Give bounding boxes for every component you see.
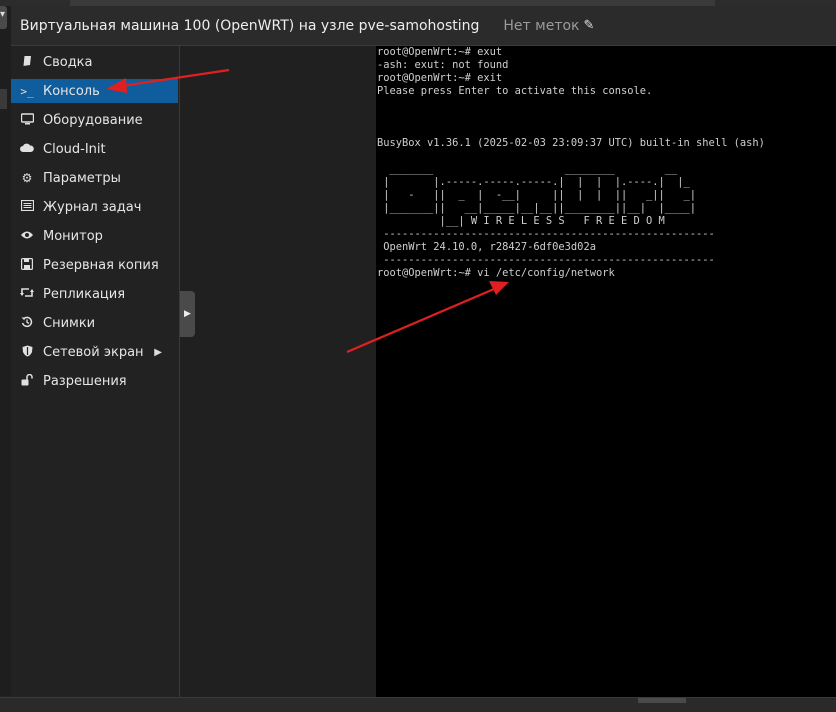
history-icon — [20, 316, 34, 331]
left-gutter: ▾ — [0, 6, 11, 696]
sidebar-item-monitor[interactable]: Монитор — [11, 224, 178, 248]
sidebar-item-replication[interactable]: Репликация — [11, 282, 178, 306]
sidebar-item-label: Сетевой экран — [43, 344, 144, 360]
vm-nav-sidebar: Сводка >_ Консоль Оборудование Cloud-Ini… — [11, 46, 180, 697]
console-line: OpenWrt 24.10.0, r28427-6df0e3d02a — [377, 241, 596, 253]
sidebar-item-label: Резервная копия — [43, 257, 159, 273]
eye-icon — [20, 229, 34, 243]
console-line: | - || _ | -__| || | | || _|| _| — [377, 189, 697, 201]
pencil-icon[interactable]: ✎ — [584, 18, 595, 33]
console-line: ----------------------------------------… — [377, 228, 715, 240]
expand-panel-handle[interactable]: ▶ — [180, 291, 195, 337]
sidebar-item-label: Сводка — [43, 54, 93, 70]
console-line: ----------------------------------------… — [377, 254, 715, 266]
console-line: |__| W I R E L E S S F R E E D O M — [377, 215, 665, 227]
sidebar-item-task-history[interactable]: Журнал задач — [11, 195, 178, 219]
sidebar-item-label: Консоль — [43, 83, 100, 99]
cloud-icon — [20, 142, 34, 156]
sidebar-item-backup[interactable]: Резервная копия — [11, 253, 178, 277]
sidebar-item-firewall[interactable]: Сетевой экран ▶ — [11, 340, 178, 364]
vm-console[interactable]: root@OpenWrt:~# exut -ash: exut: not fou… — [376, 46, 836, 697]
sidebar-item-label: Cloud-Init — [43, 141, 106, 157]
console-line: root@OpenWrt:~# vi /etc/config/network — [377, 267, 615, 279]
console-line: root@OpenWrt:~# exit — [377, 72, 503, 84]
tags-label: Нет меток — [503, 17, 580, 34]
sidebar-item-label: Монитор — [43, 228, 103, 244]
sidebar-item-options[interactable]: ⚙ Параметры — [11, 166, 178, 190]
console-line: -ash: exut: not found — [377, 59, 509, 71]
bottom-status-bar — [0, 697, 836, 712]
gear-icon: ⚙ — [21, 171, 33, 185]
shield-icon — [20, 345, 34, 360]
console-line: |_______|| __|_____|__|__||________||__|… — [377, 202, 697, 214]
sidebar-item-snapshots[interactable]: Снимки — [11, 311, 178, 335]
resource-tree-toggle[interactable]: ▾ — [0, 6, 7, 29]
terminal-icon: >_ — [20, 84, 34, 98]
floppy-icon — [20, 257, 34, 273]
sidebar-item-label: Параметры — [43, 170, 121, 186]
tags-area[interactable]: Нет меток ✎ — [503, 18, 594, 34]
list-icon — [20, 199, 34, 214]
sidebar-item-label: Снимки — [43, 315, 96, 331]
retweet-icon — [20, 287, 34, 301]
sidebar-item-console[interactable]: >_ Консоль — [11, 79, 178, 103]
sidebar-item-permissions[interactable]: Разрешения — [11, 369, 178, 393]
sidebar-item-cloud-init[interactable]: Cloud-Init — [11, 137, 178, 161]
page-title: Виртуальная машина 100 (OpenWRT) на узле… — [20, 17, 480, 34]
console-line: Please press Enter to activate this cons… — [377, 85, 653, 97]
book-icon — [20, 55, 34, 70]
sidebar-item-summary[interactable]: Сводка — [11, 50, 178, 74]
sidebar-item-label: Журнал задач — [43, 199, 142, 215]
chevron-down-icon: ▾ — [0, 9, 6, 20]
sidebar-item-label: Репликация — [43, 286, 126, 302]
resource-tree-selection[interactable] — [0, 89, 7, 109]
sidebar-item-hardware[interactable]: Оборудование — [11, 108, 178, 132]
console-line: _______ ________ __ — [377, 163, 678, 175]
sidebar-item-label: Оборудование — [43, 112, 143, 128]
chevron-right-icon: ▶ — [154, 346, 162, 358]
console-line: BusyBox v1.36.1 (2025-02-03 23:09:37 UTC… — [377, 137, 765, 149]
bottom-bar-tab[interactable] — [638, 698, 686, 703]
middle-panel — [180, 46, 376, 697]
monitor-icon — [20, 112, 34, 128]
sidebar-item-label: Разрешения — [43, 373, 127, 389]
vm-header: Виртуальная машина 100 (OpenWRT) на узле… — [11, 6, 836, 46]
unlock-icon — [20, 373, 34, 389]
console-line: root@OpenWrt:~# exut — [377, 46, 503, 58]
console-line: | |.-----.-----.-----.| | | |.----.| |_ — [377, 176, 690, 188]
chevron-right-icon: ▶ — [184, 309, 191, 319]
